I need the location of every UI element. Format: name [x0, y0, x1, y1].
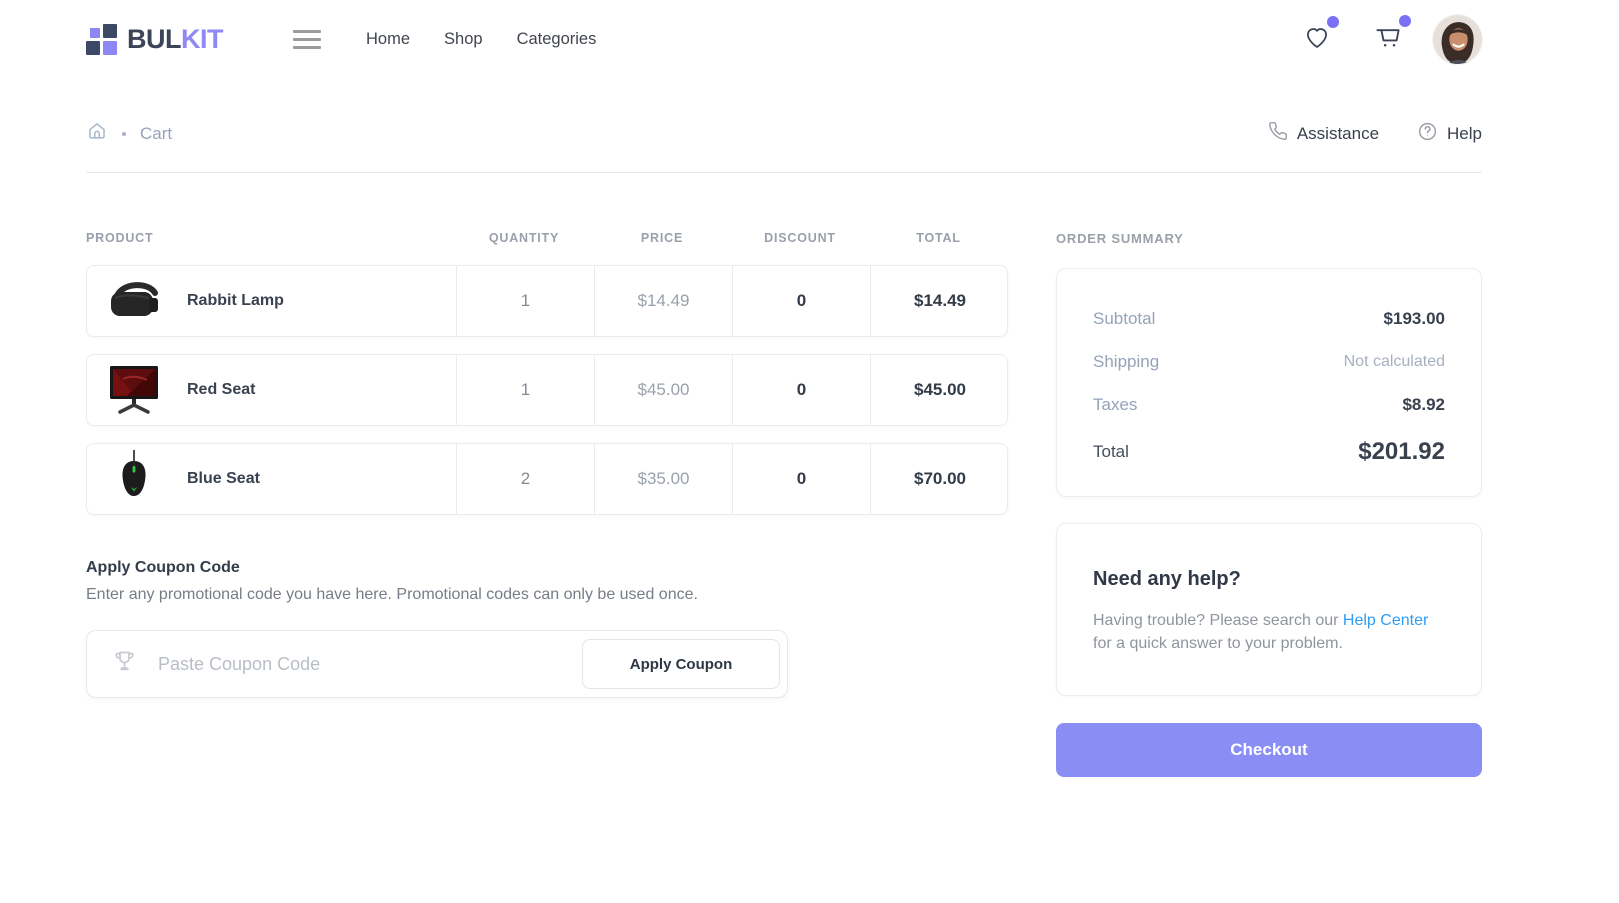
nav-item-shop[interactable]: Shop: [427, 20, 500, 59]
cart-row-blue-seat[interactable]: Blue Seat 2 $35.00 0 $70.00: [86, 443, 1008, 515]
cart-row-rabbit-lamp[interactable]: Rabbit Lamp 1 $14.49 0 $14.49: [86, 265, 1008, 337]
monitor-product-image: [103, 359, 165, 421]
logo-square: [86, 41, 100, 55]
sub-header: Cart Assistance Help: [86, 120, 1482, 147]
logo-square: [103, 24, 117, 38]
apply-coupon-button[interactable]: Apply Coupon: [582, 639, 780, 689]
nav-item-home[interactable]: Home: [349, 20, 427, 59]
help-label: Help: [1447, 124, 1482, 144]
summary-row-subtotal: Subtotal $193.00: [1093, 309, 1445, 329]
product-name: Rabbit Lamp: [187, 292, 284, 310]
heart-icon: [1303, 38, 1331, 55]
help-card: Need any help? Having trouble? Please se…: [1056, 523, 1482, 696]
coupon-input-box: Apply Coupon: [86, 630, 788, 698]
discount-value: 0: [732, 444, 870, 514]
brand-logo-icon: [86, 24, 117, 55]
price-value: $14.49: [594, 266, 732, 336]
help-link[interactable]: Help: [1417, 121, 1482, 147]
user-avatar[interactable]: [1433, 15, 1482, 64]
coupon-section: Apply Coupon Code Enter any promotional …: [86, 559, 1008, 698]
quantity-value: 2: [456, 444, 594, 514]
assistance-label: Assistance: [1297, 124, 1379, 144]
quantity-value: 1: [456, 355, 594, 425]
order-summary-card: Subtotal $193.00 Shipping Not calculated…: [1056, 268, 1482, 497]
col-header-quantity: QUANTITY: [455, 231, 593, 245]
total-value: $14.49: [870, 266, 1009, 336]
shipping-value: Not calculated: [1344, 353, 1445, 371]
vr-headset-product-image: [103, 270, 165, 332]
quantity-value: 1: [456, 266, 594, 336]
help-text-before: Having trouble? Please search our: [1093, 612, 1343, 629]
cart-button[interactable]: [1373, 22, 1403, 57]
taxes-value: $8.92: [1402, 395, 1445, 415]
cart-badge: [1399, 15, 1411, 27]
total-label: Total: [1093, 442, 1129, 462]
col-header-discount: DISCOUNT: [731, 231, 869, 245]
help-card-title: Need any help?: [1093, 568, 1445, 591]
phone-icon: [1268, 121, 1288, 146]
checkout-button[interactable]: Checkout: [1056, 723, 1482, 777]
coupon-title: Apply Coupon Code: [86, 559, 1008, 577]
coupon-code-input[interactable]: [158, 654, 582, 675]
cart-row-red-seat[interactable]: Red Seat 1 $45.00 0 $45.00: [86, 354, 1008, 426]
summary-row-shipping: Shipping Not calculated: [1093, 352, 1445, 372]
help-center-link[interactable]: Help Center: [1343, 612, 1428, 629]
summary-row-total: Total $201.92: [1093, 438, 1445, 466]
product-name: Red Seat: [187, 381, 255, 399]
cart-table-header: PRODUCT QUANTITY PRICE DISCOUNT TOTAL: [86, 231, 1008, 245]
header: BULKIT Home Shop Categories: [86, 0, 1482, 78]
product-name: Blue Seat: [187, 470, 260, 488]
discount-value: 0: [732, 266, 870, 336]
price-value: $45.00: [594, 355, 732, 425]
total-value: $70.00: [870, 444, 1009, 514]
total-value: $45.00: [870, 355, 1009, 425]
assistance-link[interactable]: Assistance: [1268, 121, 1379, 146]
hamburger-menu-icon[interactable]: [289, 26, 325, 53]
trophy-icon: [111, 648, 138, 680]
breadcrumb: Cart: [86, 120, 172, 147]
wishlist-button[interactable]: [1303, 23, 1331, 56]
brand-logo[interactable]: BULKIT: [86, 24, 223, 55]
price-value: $35.00: [594, 444, 732, 514]
logo-square: [90, 28, 100, 38]
discount-value: 0: [732, 355, 870, 425]
section-divider: [86, 172, 1482, 173]
header-right: [1261, 15, 1482, 64]
taxes-label: Taxes: [1093, 395, 1137, 415]
help-text-after: for a quick answer to your problem.: [1093, 635, 1343, 652]
help-card-text: Having trouble? Please search our Help C…: [1093, 609, 1445, 655]
col-header-price: PRICE: [593, 231, 731, 245]
order-summary-label: ORDER SUMMARY: [1056, 231, 1482, 246]
grand-total-value: $201.92: [1358, 438, 1445, 466]
breadcrumb-current[interactable]: Cart: [140, 124, 172, 144]
main-nav: Home Shop Categories: [349, 20, 613, 59]
summary-row-taxes: Taxes $8.92: [1093, 395, 1445, 415]
gaming-mouse-product-image: [103, 448, 165, 510]
breadcrumb-separator: [122, 132, 126, 136]
logo-square: [103, 41, 117, 55]
brand-name: BULKIT: [127, 24, 223, 55]
subtotal-value: $193.00: [1384, 309, 1445, 329]
shipping-label: Shipping: [1093, 352, 1159, 372]
subtotal-label: Subtotal: [1093, 309, 1155, 329]
col-header-total: TOTAL: [869, 231, 1008, 245]
col-header-product: PRODUCT: [86, 231, 455, 245]
home-icon[interactable]: [86, 120, 108, 147]
cart-icon: [1373, 39, 1403, 56]
question-circle-icon: [1417, 121, 1438, 147]
coupon-subtitle: Enter any promotional code you have here…: [86, 586, 1008, 604]
sub-header-actions: Assistance Help: [1268, 121, 1482, 147]
nav-item-categories[interactable]: Categories: [500, 20, 614, 59]
wishlist-badge: [1327, 16, 1339, 28]
